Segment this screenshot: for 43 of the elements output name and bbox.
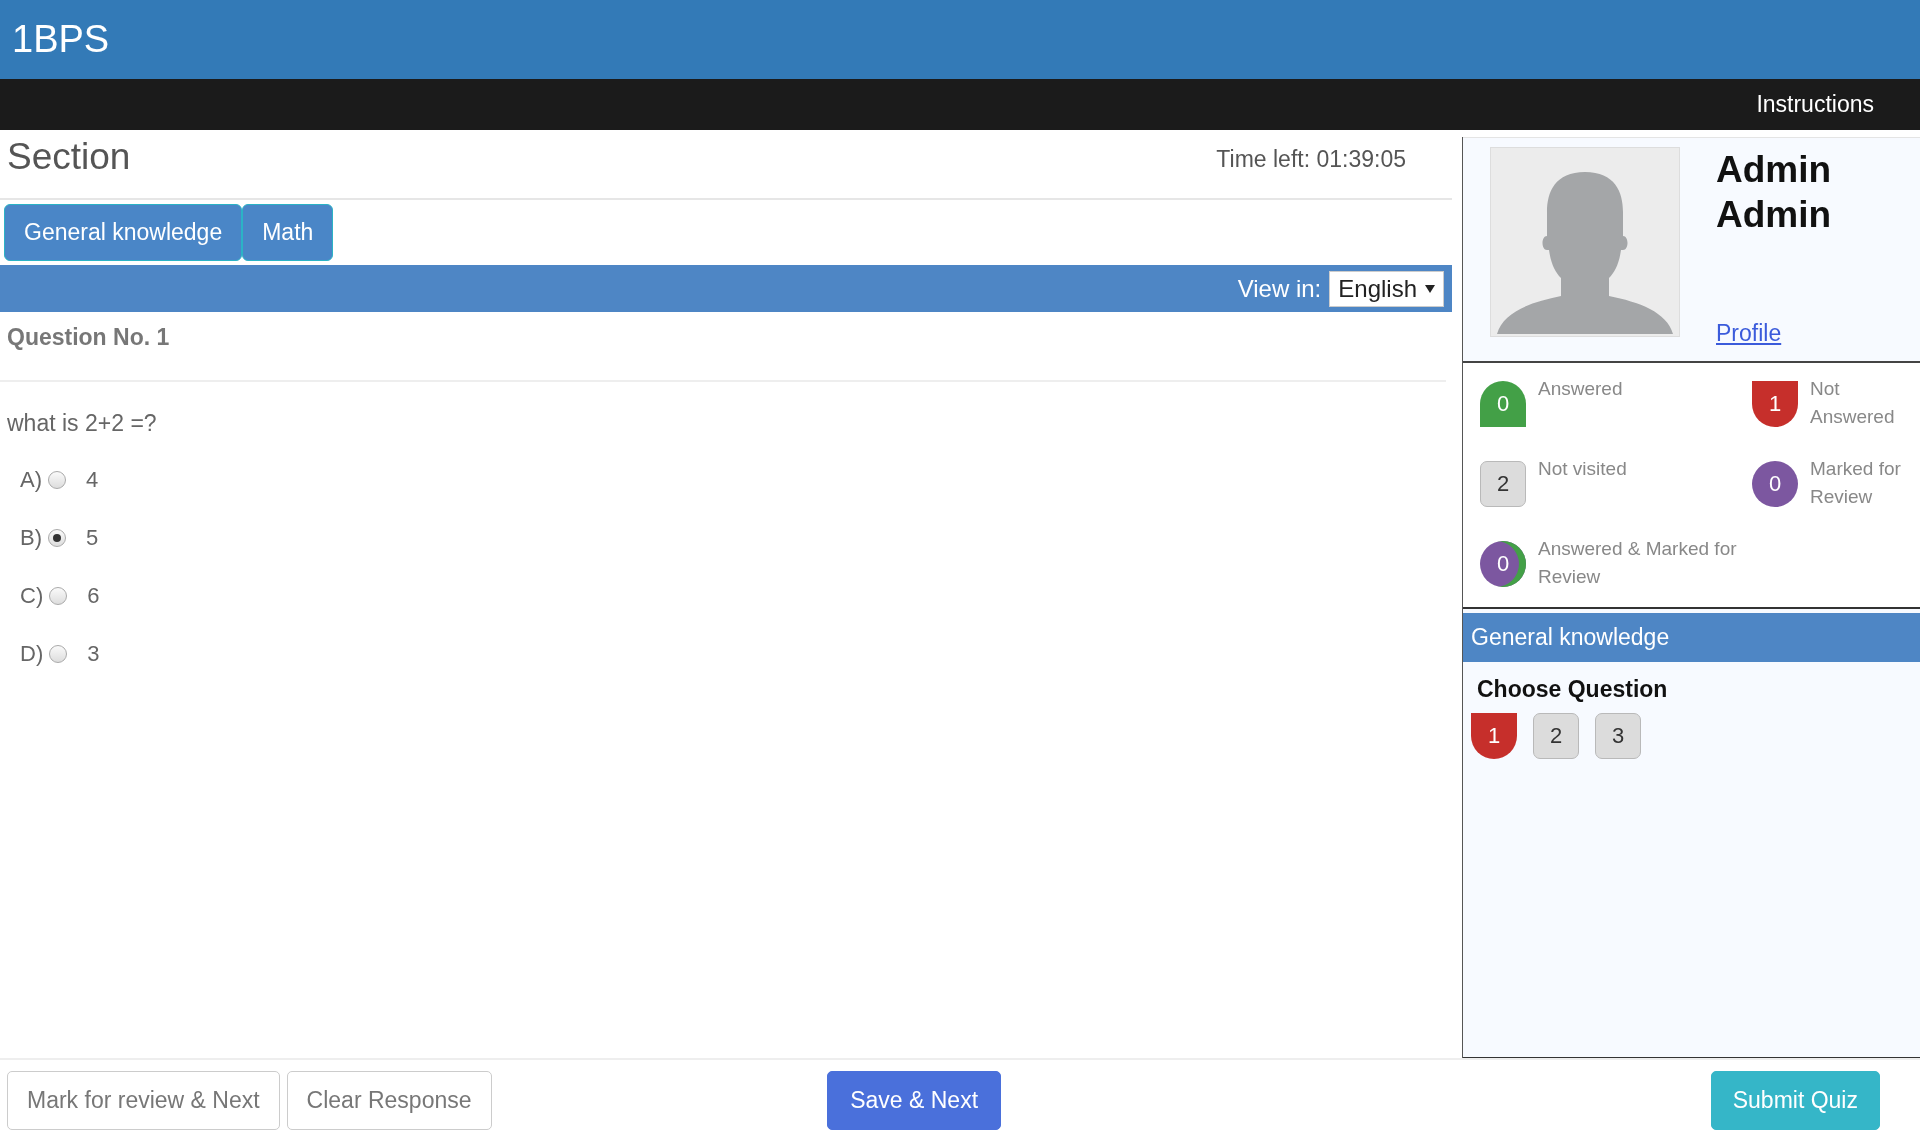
status-label: Not Answered (1810, 377, 1896, 429)
save-next-button[interactable]: Save & Next (827, 1070, 1002, 1130)
status-label: Marked for Review (1810, 457, 1902, 509)
option-letter: A) (20, 467, 42, 493)
question-number: Question No. 1 (0, 312, 1446, 382)
language-select[interactable]: English (1329, 270, 1444, 307)
section-tab[interactable]: Math (242, 204, 334, 261)
status-label: Not visited (1538, 457, 1627, 481)
option-text: 6 (87, 583, 100, 609)
status-count-badge: 0 (1480, 381, 1526, 427)
caret-icon (1425, 284, 1435, 293)
radio-button[interactable] (48, 471, 66, 489)
option-text: 3 (87, 641, 100, 667)
question-number-button[interactable]: 3 (1595, 713, 1641, 759)
option-text: 4 (86, 467, 99, 493)
status-label: Answered & Marked for Review (1538, 537, 1738, 589)
section-tab[interactable]: General knowledge (4, 204, 243, 261)
profile-link[interactable]: Profile (1716, 320, 1856, 347)
user-name: Admin Admin (1716, 148, 1833, 237)
app-title: 1BPS (12, 18, 110, 61)
palette-section-header: General knowledge (1463, 613, 1920, 662)
option-text: 5 (86, 525, 99, 551)
question-number-button[interactable]: 2 (1533, 713, 1579, 759)
radio-button[interactable] (49, 645, 68, 663)
action-button[interactable]: Clear Response (286, 1070, 492, 1130)
instructions-link[interactable]: Instructions (1756, 91, 1874, 118)
action-button[interactable]: Mark for review & Next (7, 1070, 280, 1130)
radio-button[interactable] (48, 529, 66, 547)
question-number-button[interactable]: 1 (1471, 713, 1517, 759)
view-in-label: View in: (1237, 274, 1322, 303)
status-count-badge: 1 (1752, 381, 1798, 427)
status-count-badge: 2 (1480, 461, 1526, 507)
time-left: Time left: 01:39:05 (1216, 146, 1406, 173)
question-text: what is 2+2 =? (6, 409, 158, 438)
status-label: Answered (1538, 377, 1623, 401)
section-title: Section (7, 136, 131, 178)
status-count-badge: 0 (1480, 541, 1526, 587)
option-letter: C) (20, 583, 44, 609)
choose-question-heading: Choose Question (1476, 675, 1669, 704)
status-count-badge: 0 (1752, 461, 1798, 507)
option-letter: D) (20, 641, 44, 667)
radio-button[interactable] (49, 587, 68, 605)
option-letter: B) (20, 525, 42, 551)
